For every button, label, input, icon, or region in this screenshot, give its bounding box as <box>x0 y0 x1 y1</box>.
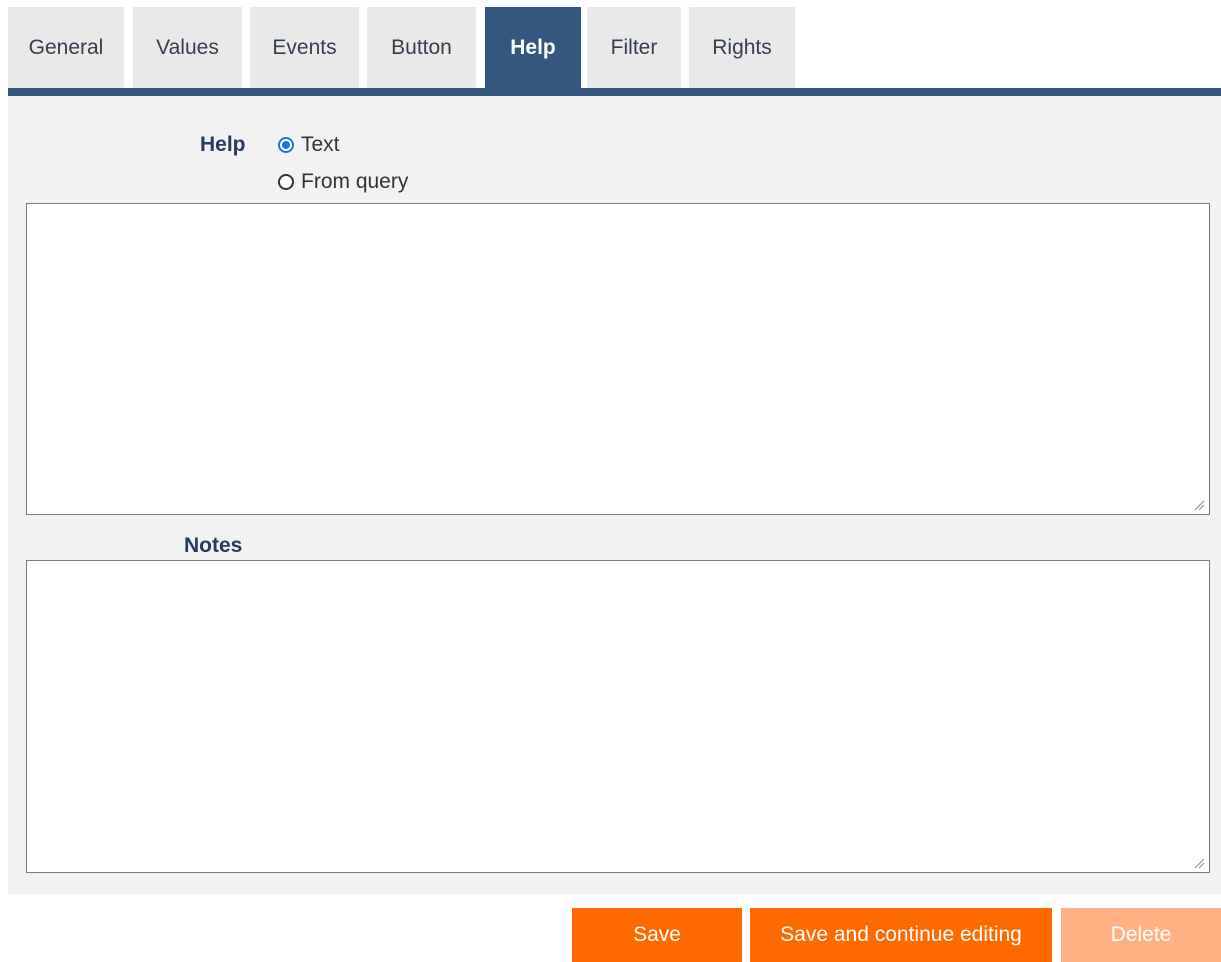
tab-general[interactable]: General <box>8 7 124 88</box>
save-button[interactable]: Save <box>572 908 742 962</box>
help-option-from-query-label: From query <box>301 170 409 193</box>
help-text-area[interactable] <box>26 203 1210 515</box>
help-option-text[interactable]: Text <box>278 133 340 157</box>
notes-text-area[interactable] <box>26 560 1210 873</box>
radio-unchecked-icon[interactable] <box>278 174 294 190</box>
tab-help[interactable]: Help <box>485 7 581 88</box>
notes-label: Notes <box>184 534 243 557</box>
save-and-continue-button[interactable]: Save and continue editing <box>750 908 1052 962</box>
tab-filter[interactable]: Filter <box>587 7 681 88</box>
tab-underline-bar <box>8 88 1221 96</box>
tab-values[interactable]: Values <box>133 7 242 88</box>
tab-button[interactable]: Button <box>367 7 476 88</box>
tab-rights[interactable]: Rights <box>689 7 795 88</box>
delete-button: Delete <box>1061 908 1221 962</box>
help-label: Help <box>200 133 246 156</box>
help-option-text-label: Text <box>301 133 340 156</box>
help-option-from-query[interactable]: From query <box>278 170 408 194</box>
radio-checked-icon[interactable] <box>278 137 294 153</box>
tab-events[interactable]: Events <box>250 7 359 88</box>
resize-grip-icon[interactable] <box>1193 499 1205 511</box>
resize-grip-icon[interactable] <box>1193 857 1205 869</box>
